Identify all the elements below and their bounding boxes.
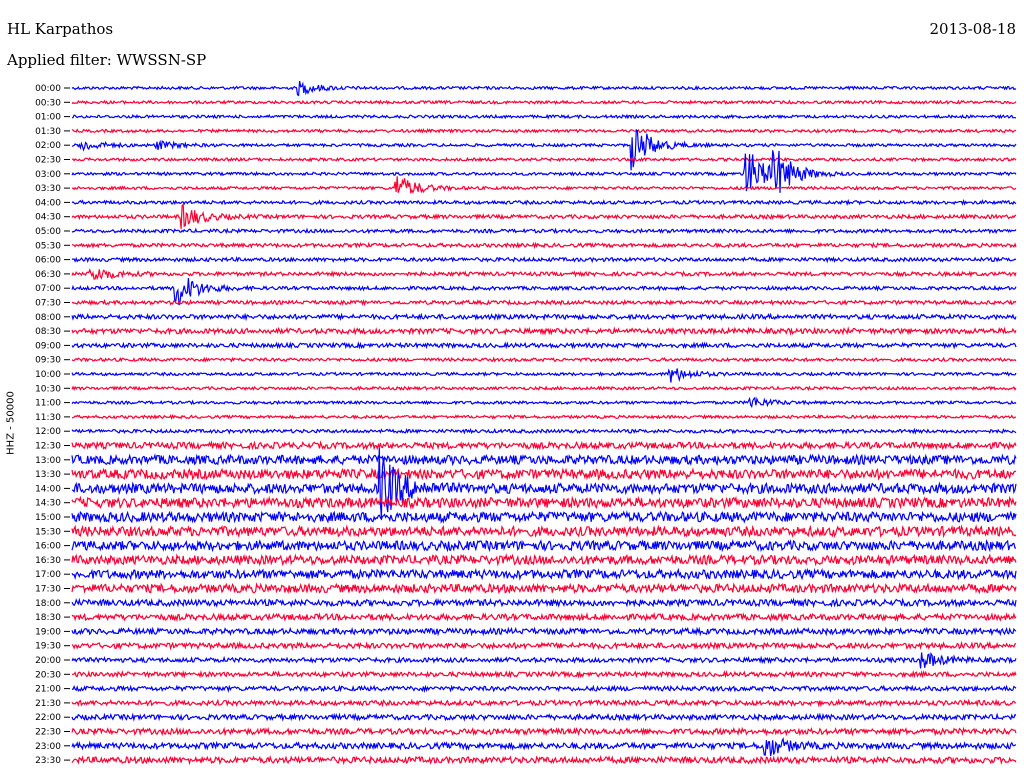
seismic-trace xyxy=(71,567,1017,581)
seismic-trace xyxy=(71,440,1017,451)
time-tick-label: 22:00 xyxy=(35,713,61,723)
seismic-trace xyxy=(71,341,1017,350)
seismic-trace xyxy=(71,712,1017,722)
time-tick-label: 00:00 xyxy=(35,84,61,94)
time-tick-label: 09:00 xyxy=(35,341,61,351)
time-tick-label: 07:00 xyxy=(35,284,61,294)
seismic-trace xyxy=(71,467,1017,482)
time-tick-label: 18:00 xyxy=(35,599,61,609)
time-tick-label: 16:00 xyxy=(35,542,61,552)
seismic-trace xyxy=(71,640,1017,651)
seismic-trace xyxy=(71,754,1017,766)
seismic-trace xyxy=(71,385,1017,392)
seismic-trace xyxy=(71,669,1017,679)
time-tick-label: 04:00 xyxy=(35,198,61,208)
seismic-trace xyxy=(71,597,1017,609)
seismic-trace xyxy=(71,80,1017,97)
time-tick-label: 19:30 xyxy=(35,642,61,652)
seismic-trace xyxy=(71,553,1017,567)
time-tick-label: 10:30 xyxy=(35,384,61,394)
time-tick-label: 08:00 xyxy=(35,313,61,323)
seismic-trace xyxy=(71,277,1017,306)
seismic-trace xyxy=(71,737,1017,757)
seismic-trace xyxy=(71,495,1017,510)
time-tick-label: 04:30 xyxy=(35,213,61,223)
seismic-trace xyxy=(71,255,1017,264)
seismic-trace xyxy=(71,524,1017,539)
time-tick-label: 11:30 xyxy=(35,413,61,423)
time-tick-label: 06:30 xyxy=(35,270,61,280)
seismic-traces xyxy=(71,80,1017,766)
time-tick-label: 17:30 xyxy=(35,585,61,595)
time-tick-label: 10:00 xyxy=(35,370,61,380)
time-tick-labels: 00:00 00:30 01:00 01:30 02:00 02:30 03:00 03:30… xyxy=(35,84,70,766)
seismic-trace xyxy=(71,626,1017,637)
time-tick-label: 22:30 xyxy=(35,728,61,738)
time-tick-label: 11:00 xyxy=(35,399,61,409)
time-tick-label: 21:30 xyxy=(35,699,61,709)
time-tick-label: 12:30 xyxy=(35,442,61,452)
time-tick-label: 07:30 xyxy=(35,299,61,309)
time-tick-label: 06:00 xyxy=(35,256,61,266)
seismic-trace xyxy=(71,113,1017,120)
time-tick-label: 09:30 xyxy=(35,356,61,366)
time-tick-label: 01:30 xyxy=(35,127,61,137)
seismic-trace xyxy=(71,413,1017,421)
seismic-trace xyxy=(71,427,1017,435)
seismic-trace xyxy=(71,356,1017,363)
time-tick-label: 08:30 xyxy=(35,327,61,337)
time-tick-label: 05:30 xyxy=(35,241,61,251)
time-tick-label: 17:00 xyxy=(35,570,61,580)
seismic-trace xyxy=(71,326,1017,336)
seismic-trace xyxy=(71,538,1017,553)
time-tick-label: 13:30 xyxy=(35,470,61,480)
time-tick-label: 20:00 xyxy=(35,656,61,666)
time-tick-label: 16:30 xyxy=(35,556,61,566)
seismic-trace xyxy=(71,726,1017,737)
time-tick-label: 00:30 xyxy=(35,98,61,108)
seismic-trace xyxy=(71,396,1017,409)
seismic-trace xyxy=(71,128,1017,171)
time-tick-label: 14:00 xyxy=(35,484,61,494)
seismic-trace xyxy=(71,684,1017,694)
time-tick-label: 12:00 xyxy=(35,427,61,437)
seismic-trace xyxy=(71,312,1017,322)
time-tick-label: 01:00 xyxy=(35,113,61,123)
seismic-trace xyxy=(71,198,1017,206)
time-tick-label: 05:00 xyxy=(35,227,61,237)
time-tick-label: 19:00 xyxy=(35,627,61,637)
seismic-trace xyxy=(71,227,1017,235)
seismic-trace xyxy=(71,611,1017,623)
seismic-trace xyxy=(71,241,1017,250)
seismic-trace xyxy=(71,582,1017,595)
seismic-trace xyxy=(71,510,1017,524)
seismic-trace xyxy=(71,176,1017,194)
time-tick-label: 15:30 xyxy=(35,527,61,537)
seismic-trace xyxy=(71,156,1017,163)
time-tick-label: 23:30 xyxy=(35,756,61,766)
seismic-trace xyxy=(71,453,1017,467)
time-tick-label: 21:00 xyxy=(35,685,61,695)
time-tick-label: 23:00 xyxy=(35,742,61,752)
seismic-trace xyxy=(71,128,1017,134)
seismic-trace xyxy=(71,698,1016,708)
seismic-trace xyxy=(71,268,1017,281)
helicorder-plot: 00:00 00:30 01:00 01:30 02:00 02:30 03:00 03:30… xyxy=(35,80,1017,766)
time-tick-label: 02:00 xyxy=(35,141,61,151)
time-tick-label: 18:30 xyxy=(35,613,61,623)
time-tick-label: 15:00 xyxy=(35,513,61,523)
seismic-trace xyxy=(71,298,1017,307)
seismic-trace xyxy=(71,651,1017,669)
time-tick-label: 03:30 xyxy=(35,184,61,194)
time-tick-label: 14:30 xyxy=(35,499,61,509)
seismic-trace xyxy=(71,368,1017,383)
time-tick-label: 20:30 xyxy=(35,670,61,680)
seismic-trace xyxy=(71,99,1017,106)
seismic-trace xyxy=(71,202,1017,229)
time-tick-label: 13:00 xyxy=(35,456,61,466)
time-tick-label: 03:00 xyxy=(35,170,61,180)
time-tick-label: 02:30 xyxy=(35,156,61,166)
